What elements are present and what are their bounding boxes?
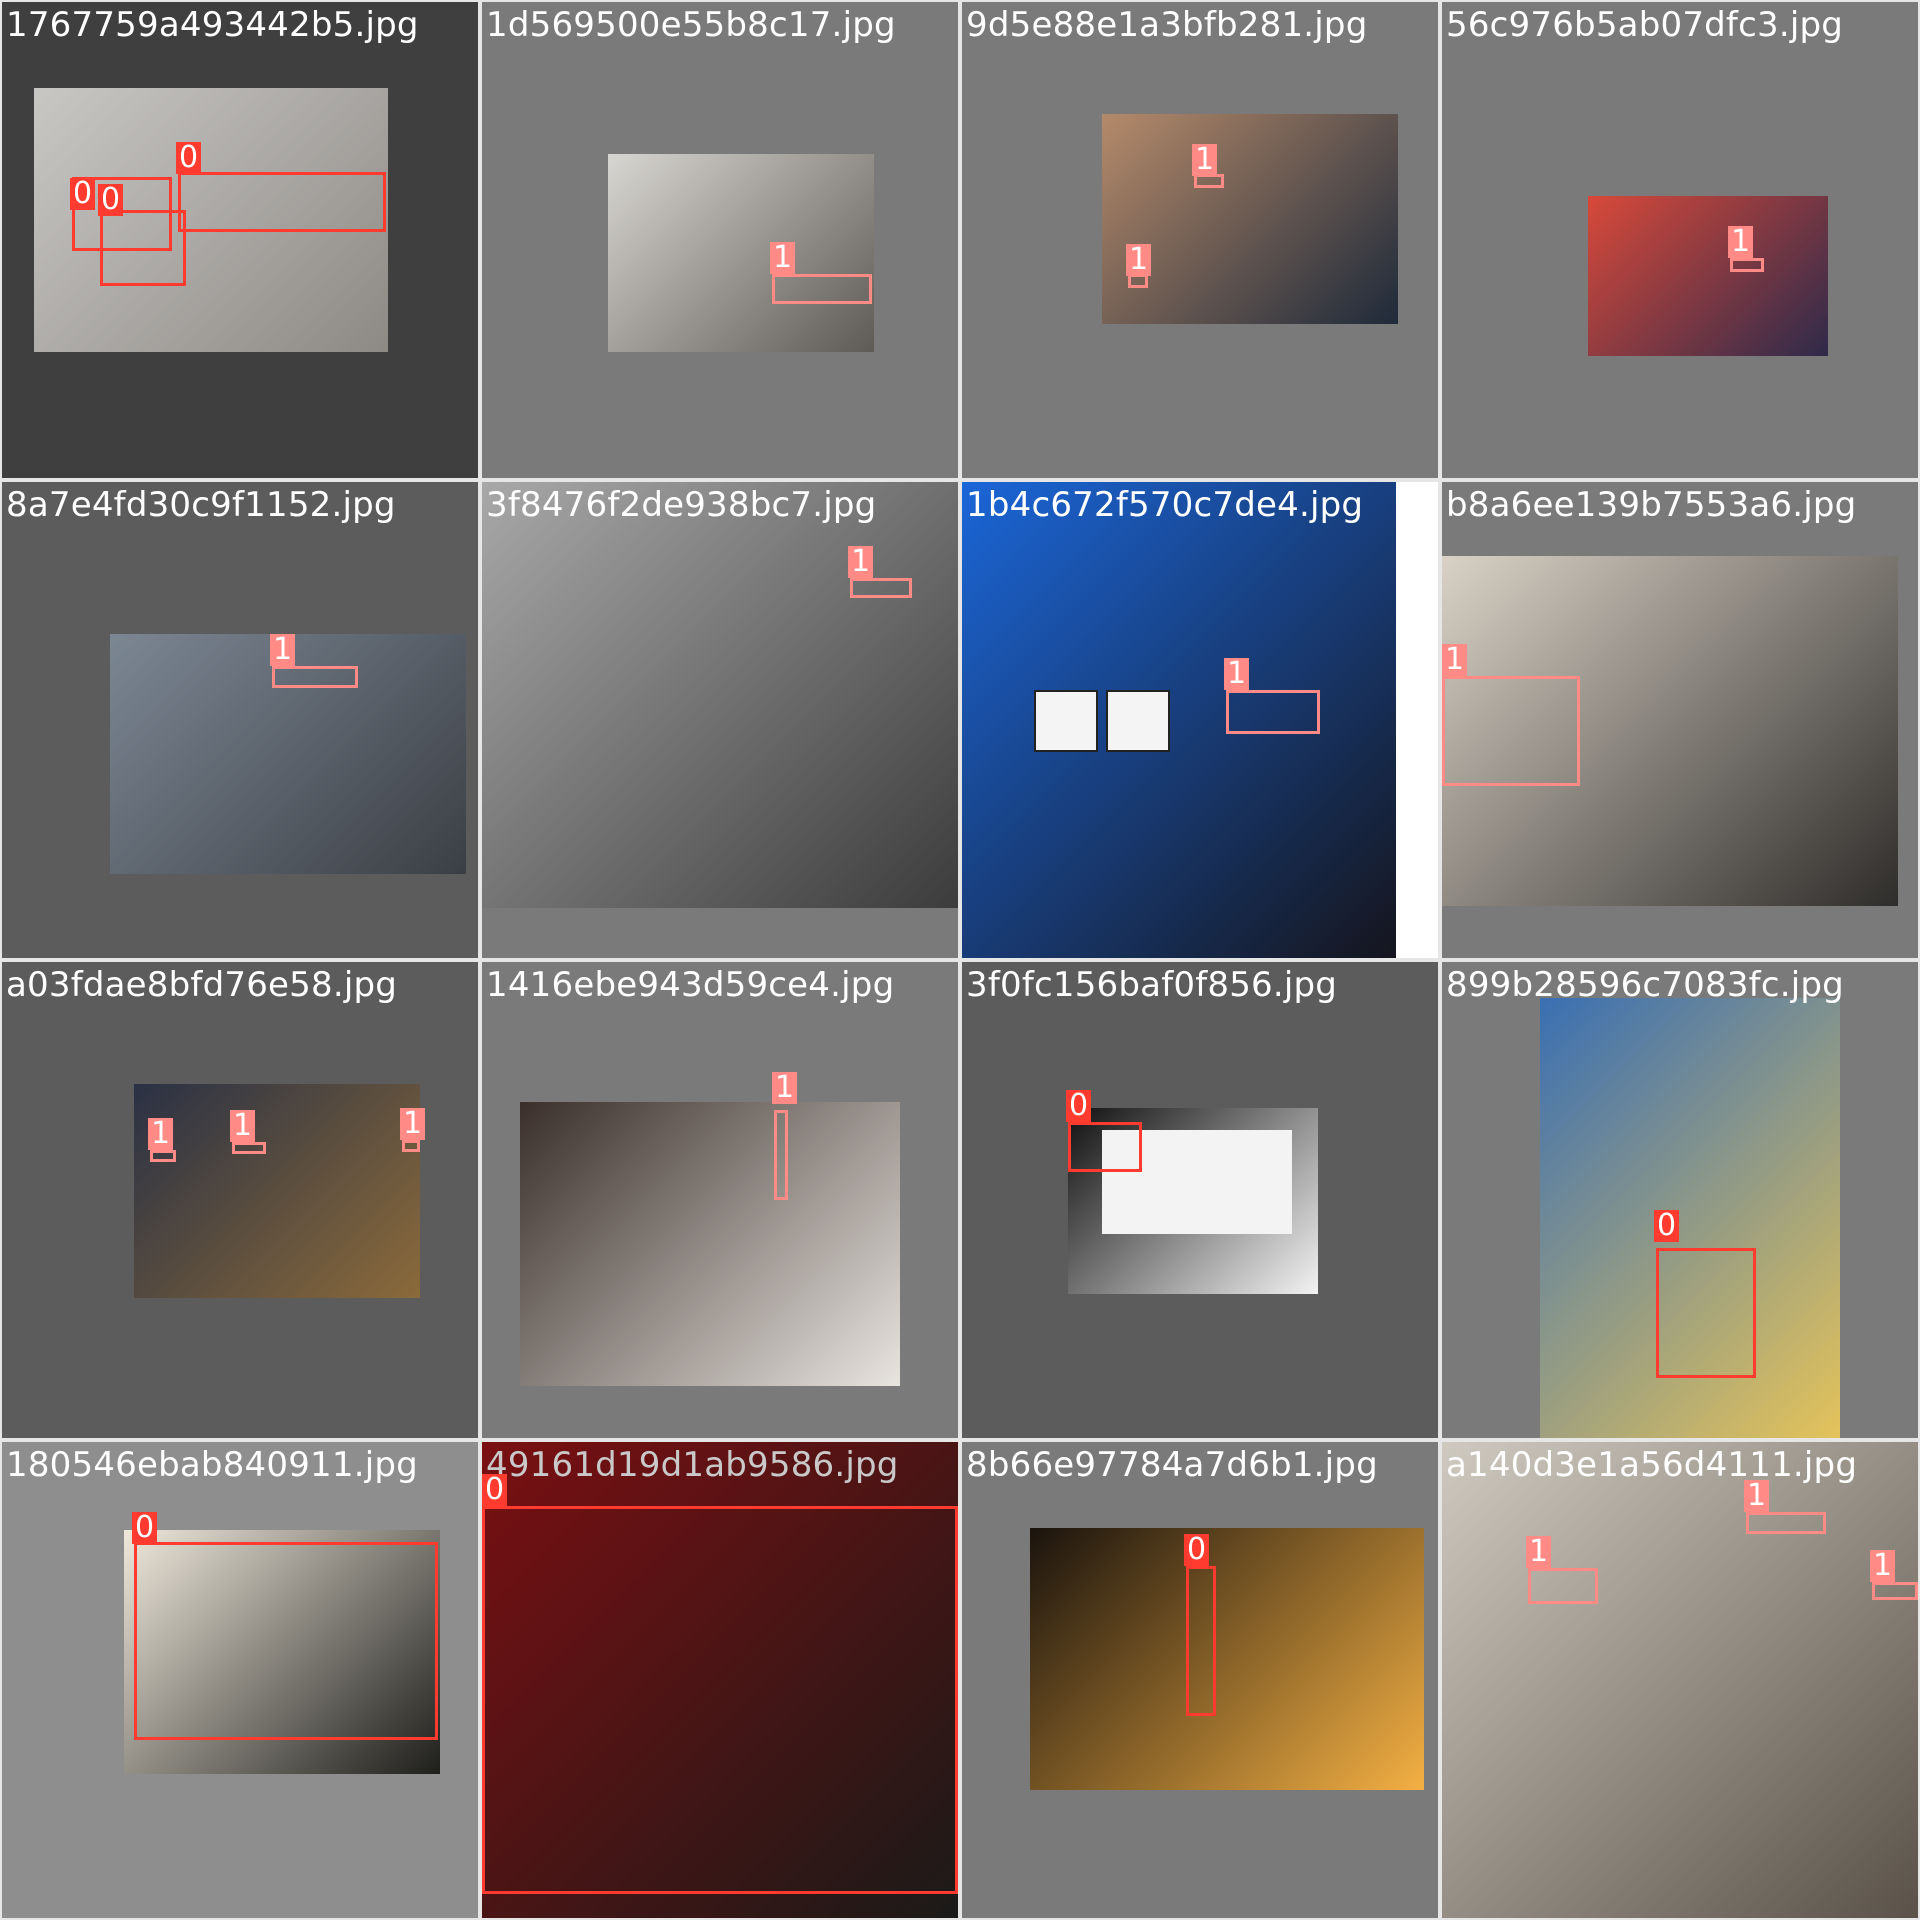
bbox-label: 1 <box>772 1072 798 1104</box>
bbox-label: 1 <box>270 634 296 666</box>
bbox-label: 1 <box>1442 644 1468 676</box>
mosaic-tile[interactable]: 9d5e88e1a3bfb281.jpg 1 1 <box>962 2 1438 478</box>
mosaic-tile[interactable]: 8a7e4fd30c9f1152.jpg 1 <box>2 482 478 958</box>
photo-fill <box>962 482 1396 958</box>
tile-filename: 180546ebab840911.jpg <box>6 1445 418 1485</box>
photo-fill <box>1102 114 1398 324</box>
tile-photo <box>1442 1442 1918 1918</box>
bbox-eyeglasses <box>1226 690 1320 734</box>
bbox-label: 1 <box>1728 226 1754 258</box>
bbox-label: 1 <box>1126 244 1152 276</box>
mosaic-tile[interactable]: 180546ebab840911.jpg 0 <box>2 1442 478 1918</box>
tile-photo <box>608 154 874 352</box>
bbox-label: 1 <box>148 1118 174 1150</box>
bbox-label: 1 <box>770 242 796 274</box>
photo-fill <box>608 154 874 352</box>
no-drinking-sign <box>1106 690 1170 752</box>
mosaic-tile[interactable]: a03fdae8bfd76e58.jpg 1 1 1 <box>2 962 478 1438</box>
bbox-label: 1 <box>1526 1536 1552 1568</box>
tile-filename: 56c976b5ab07dfc3.jpg <box>1446 5 1844 45</box>
bbox-pen <box>100 210 186 286</box>
bbox-eyeglasses <box>1872 1582 1918 1600</box>
bbox-label: 0 <box>482 1474 508 1506</box>
tile-photo <box>1588 196 1828 356</box>
bbox-eyeglasses <box>1528 1568 1598 1604</box>
mosaic-tile[interactable]: 8b66e97784a7d6b1.jpg 0 <box>962 1442 1438 1918</box>
mosaic-tile[interactable]: 1d569500e55b8c17.jpg 1 <box>482 2 958 478</box>
photo-fill <box>520 1102 900 1386</box>
bbox-eyeglasses <box>150 1150 176 1162</box>
bbox-pen <box>482 1506 958 1894</box>
tile-filename: 1767759a493442b5.jpg <box>6 5 419 45</box>
bbox-label: 0 <box>132 1512 158 1544</box>
bbox-eyeglasses <box>272 666 358 688</box>
bbox-pen <box>1068 1122 1142 1172</box>
tile-filename: 8b66e97784a7d6b1.jpg <box>966 1445 1378 1485</box>
tile-photo <box>482 482 958 908</box>
mosaic-tile[interactable]: 1416ebe943d59ce4.jpg 1 <box>482 962 958 1438</box>
bbox-label: 1 <box>1192 144 1218 176</box>
image-mosaic: 1767759a493442b5.jpg 0 0 0 1d569500e55b8… <box>0 0 1920 1920</box>
bbox-label: 1 <box>400 1108 426 1140</box>
mosaic-tile[interactable]: 899b28596c7083fc.jpg 0 <box>1442 962 1918 1438</box>
tile-photo <box>520 1102 900 1386</box>
mosaic-tile[interactable]: 3f0fc156baf0f856.jpg 0 <box>962 962 1438 1438</box>
tile-filename: 1b4c672f570c7de4.jpg <box>966 485 1364 525</box>
bbox-eyeglasses <box>772 274 872 304</box>
mosaic-tile[interactable]: 49161d19d1ab9586.jpg 0 <box>482 1442 958 1918</box>
tile-filename: 8a7e4fd30c9f1152.jpg <box>6 485 396 525</box>
tile-filename: 3f0fc156baf0f856.jpg <box>966 965 1338 1005</box>
bbox-pen <box>178 172 386 232</box>
mosaic-tile[interactable]: a140d3e1a56d4111.jpg 1 1 1 <box>1442 1442 1918 1918</box>
tile-photo <box>962 482 1396 958</box>
tile-filename: 3f8476f2de938bc7.jpg <box>486 485 877 525</box>
bbox-label: 1 <box>230 1110 256 1142</box>
mosaic-tile[interactable]: 3f8476f2de938bc7.jpg 1 <box>482 482 958 958</box>
bbox-eyeglasses <box>1442 676 1580 786</box>
mosaic-tile[interactable]: b8a6ee139b7553a6.jpg 1 <box>1442 482 1918 958</box>
photo-fill <box>1030 1528 1424 1790</box>
bbox-eyeglasses <box>1746 1512 1826 1534</box>
tile-filename: 899b28596c7083fc.jpg <box>1446 965 1844 1005</box>
mosaic-tile[interactable]: 1b4c672f570c7de4.jpg 1 <box>962 482 1438 958</box>
bbox-label: 0 <box>98 184 124 216</box>
photo-fill <box>482 482 958 908</box>
photo-fill <box>134 1084 420 1298</box>
photo-fill <box>1588 196 1828 356</box>
mosaic-tile[interactable]: 1767759a493442b5.jpg 0 0 0 <box>2 2 478 478</box>
tile-photo <box>134 1084 420 1298</box>
tile-filename: a140d3e1a56d4111.jpg <box>1446 1445 1858 1485</box>
bbox-label: 0 <box>1066 1090 1092 1122</box>
bbox-eyeglasses <box>232 1142 266 1154</box>
bbox-pen <box>1186 1566 1216 1716</box>
bbox-label: 1 <box>1224 658 1250 690</box>
bbox-label: 1 <box>848 546 874 578</box>
bbox-eyeglasses <box>774 1110 788 1200</box>
bbox-eyeglasses <box>1730 258 1764 272</box>
photo-fill <box>1442 1442 1918 1918</box>
tile-photo <box>1030 1528 1424 1790</box>
tile-filename: 1416ebe943d59ce4.jpg <box>486 965 895 1005</box>
bbox-label: 0 <box>70 178 96 210</box>
bbox-label: 0 <box>176 142 202 174</box>
bbox-label: 0 <box>1654 1210 1680 1242</box>
tile-filename: 9d5e88e1a3bfb281.jpg <box>966 5 1368 45</box>
bbox-pen <box>1656 1248 1756 1378</box>
tile-photo <box>1102 114 1398 324</box>
bbox-label: 1 <box>1870 1550 1896 1582</box>
tile-filename: b8a6ee139b7553a6.jpg <box>1446 485 1857 525</box>
tile-filename: 1d569500e55b8c17.jpg <box>486 5 896 45</box>
bbox-eyeglasses <box>850 578 912 598</box>
bbox-eyeglasses <box>402 1140 420 1152</box>
no-smoking-sign <box>1034 690 1098 752</box>
mosaic-tile[interactable]: 56c976b5ab07dfc3.jpg 1 <box>1442 2 1918 478</box>
tile-filename: a03fdae8bfd76e58.jpg <box>6 965 398 1005</box>
bbox-label: 0 <box>1184 1534 1210 1566</box>
bbox-pen <box>134 1542 438 1740</box>
tile-filename: 49161d19d1ab9586.jpg <box>486 1445 899 1485</box>
bbox-label: 1 <box>1744 1480 1770 1512</box>
